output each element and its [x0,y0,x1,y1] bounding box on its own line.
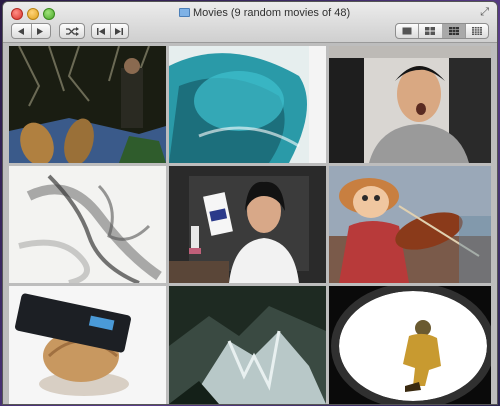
movie-thumbnail [169,46,326,163]
movie-tile-1[interactable] [9,46,166,163]
movie-thumbnail [329,286,491,404]
movie-thumbnail [169,286,326,404]
movie-tile-5[interactable] [169,166,326,283]
prev-next-control [91,23,129,39]
movie-tile-4[interactable] [9,166,166,283]
title-bar: Movies (9 random movies of 48) ⤢ [3,2,497,43]
view-mode-control [395,23,489,39]
movie-thumbnail [169,166,326,283]
view-9-up-button[interactable] [442,24,465,38]
close-button[interactable] [11,8,23,20]
forward-button[interactable] [31,24,50,38]
triangle-left-icon [17,27,24,35]
zoom-button[interactable] [43,8,55,20]
movie-tile-9[interactable] [329,286,491,404]
window-title-area: Movies (9 random movies of 48) [179,7,369,21]
folder-icon [179,8,190,17]
movies-window: Movies (9 random movies of 48) ⤢ [3,2,497,404]
view-4-up-button[interactable] [419,24,441,38]
movie-tile-6[interactable] [329,166,491,283]
movie-thumbnail [9,286,166,404]
movie-thumbnail [9,46,166,163]
movie-tile-8[interactable] [169,286,326,404]
triangle-right-icon [37,27,44,35]
movie-thumbnail [9,166,166,283]
fullscreen-icon[interactable]: ⤢ [480,6,489,19]
single-view-icon [402,27,412,35]
minimize-button[interactable] [27,8,39,20]
shuffle-icon [65,26,79,36]
movie-tile-7[interactable] [9,286,166,404]
movie-thumbnail [329,166,491,283]
movie-grid [3,43,497,404]
movie-tile-2[interactable] [169,46,326,163]
nine-grid-icon [448,27,459,35]
previous-button[interactable] [92,24,110,38]
skip-forward-icon [115,27,124,35]
window-title: Movies (9 random movies of 48) [193,7,351,19]
back-forward-control [11,23,51,39]
sixteen-grid-icon [471,27,482,35]
movie-thumbnail [329,46,491,163]
four-grid-icon [425,27,436,35]
back-button[interactable] [12,24,31,38]
view-16-up-button[interactable] [466,24,488,38]
next-button[interactable] [110,24,128,38]
movie-tile-3[interactable] [329,46,491,163]
skip-back-icon [96,27,105,35]
view-1-up-button[interactable] [396,24,418,38]
shuffle-button[interactable] [59,23,85,39]
